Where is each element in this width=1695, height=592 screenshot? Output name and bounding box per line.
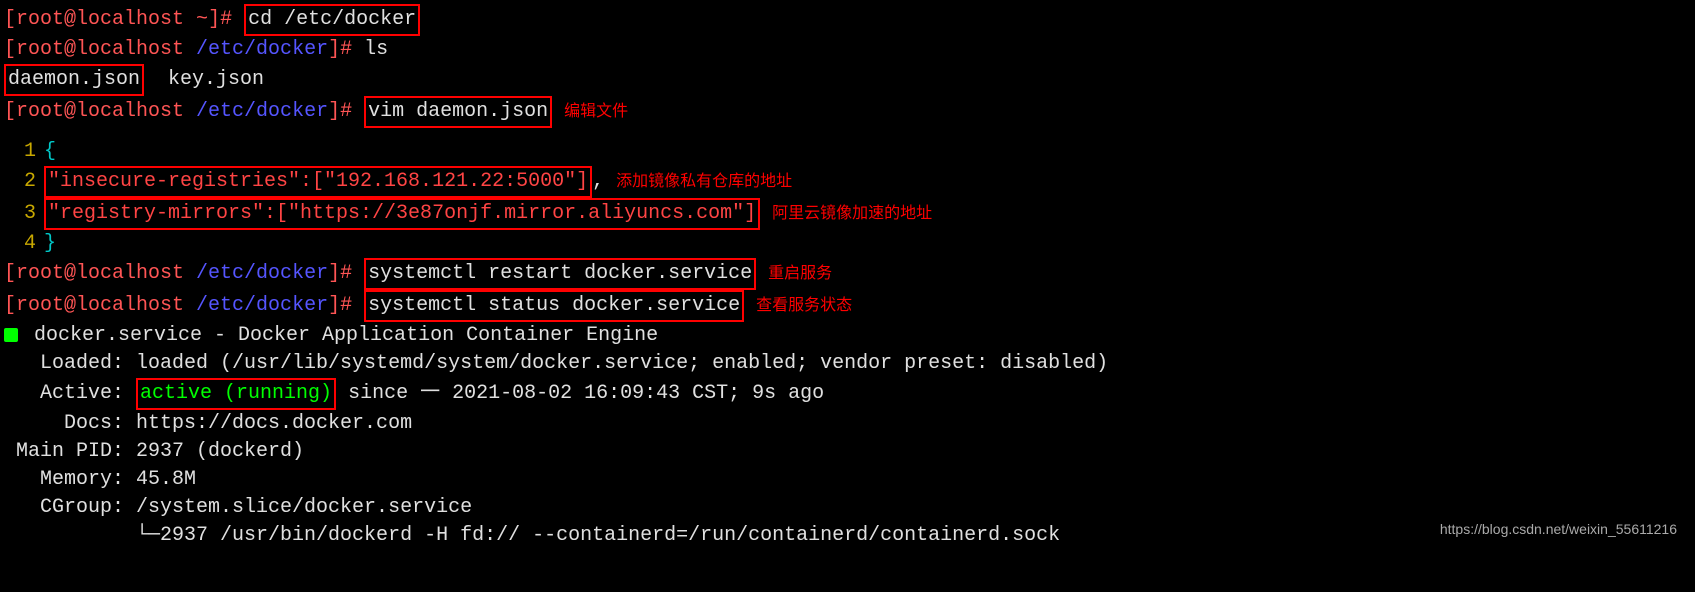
- path: /etc/docker: [196, 38, 328, 61]
- path: /etc/docker: [196, 262, 328, 285]
- user-host: root@localhost: [16, 262, 196, 285]
- prompt-line-2: [root@localhost /etc/docker]# ls: [4, 36, 1691, 64]
- json-open-brace: {: [44, 140, 56, 163]
- bracket-close: ]#: [328, 262, 364, 285]
- path: ~: [196, 8, 208, 31]
- status-line-process: └─2937 /usr/bin/dockerd -H fd:// --conta…: [4, 522, 1691, 550]
- cmd-cd: cd /etc/docker: [244, 4, 420, 36]
- bracket-close: ]#: [208, 8, 244, 31]
- prompt-line-5: [root@localhost /etc/docker]# systemctl …: [4, 290, 1691, 322]
- watermark: https://blog.csdn.net/weixin_55611216: [1440, 520, 1677, 540]
- status-dot-icon: [4, 328, 18, 342]
- annotation-private-registry: 添加镜像私有仓库的地址: [616, 171, 792, 193]
- cmd-systemctl-status: systemctl status docker.service: [364, 290, 744, 322]
- status-line-docs: Docs: https://docs.docker.com: [4, 410, 1691, 438]
- annotation-edit-file: 编辑文件: [564, 101, 628, 123]
- bracket-close: ]#: [328, 294, 364, 317]
- active-prefix: Active:: [4, 382, 136, 405]
- prompt-line-1: [root@localhost ~]# cd /etc/docker: [4, 4, 1691, 36]
- bracket-close: ]#: [328, 38, 364, 61]
- ls-output-line: daemon.json key.json: [4, 64, 1691, 96]
- path: /etc/docker: [196, 294, 328, 317]
- json-insecure-registries: "insecure-registries":["192.168.121.22:5…: [44, 166, 592, 198]
- status-line-active: Active: active (running) since 一 2021-08…: [4, 378, 1691, 410]
- file-daemon-json: daemon.json: [4, 64, 144, 96]
- line-number: 3: [4, 200, 36, 228]
- status-line-mainpid: Main PID: 2937 (dockerd): [4, 438, 1691, 466]
- status-service-name: docker.service - Docker Application Cont…: [22, 324, 658, 347]
- status-line-loaded: Loaded: loaded (/usr/lib/systemd/system/…: [4, 350, 1691, 378]
- status-line-memory: Memory: 45.8M: [4, 466, 1691, 494]
- user-host: root@localhost: [16, 8, 196, 31]
- user-host: root@localhost: [16, 294, 196, 317]
- json-close-brace: }: [44, 232, 56, 255]
- bracket-open: [: [4, 294, 16, 317]
- status-line-cgroup: CGroup: /system.slice/docker.service: [4, 494, 1691, 522]
- json-line-3: 3 "registry-mirrors":["https://3e87onjf.m…: [4, 198, 1691, 230]
- bracket-close: ]#: [328, 100, 364, 123]
- prompt-line-3: [root@localhost /etc/docker]# vim daemon…: [4, 96, 1691, 128]
- json-registry-mirrors: "registry-mirrors":["https://3e87onjf.mi…: [44, 198, 760, 230]
- line-number: 4: [4, 230, 36, 258]
- blank-line: [4, 128, 1691, 138]
- status-line-1: docker.service - Docker Application Cont…: [4, 322, 1691, 350]
- annotation-check-status: 查看服务状态: [756, 295, 852, 317]
- active-suffix: since 一 2021-08-02 16:09:43 CST; 9s ago: [336, 382, 824, 405]
- user-host: root@localhost: [16, 100, 196, 123]
- comma: ,: [592, 170, 604, 193]
- cmd-ls: ls: [364, 38, 388, 61]
- spacer: [144, 68, 168, 91]
- json-line-4: 4}: [4, 230, 1691, 258]
- json-line-2: 2 "insecure-registries":["192.168.121.22:…: [4, 166, 1691, 198]
- line-number: 1: [4, 138, 36, 166]
- annotation-restart-service: 重启服务: [768, 263, 832, 285]
- cmd-systemctl-restart: systemctl restart docker.service: [364, 258, 756, 290]
- line-number: 2: [4, 168, 36, 196]
- bracket-open: [: [4, 100, 16, 123]
- path: /etc/docker: [196, 100, 328, 123]
- bracket-open: [: [4, 38, 16, 61]
- bracket-open: [: [4, 262, 16, 285]
- prompt-line-4: [root@localhost /etc/docker]# systemctl …: [4, 258, 1691, 290]
- active-running: active (running): [136, 378, 336, 410]
- cmd-vim: vim daemon.json: [364, 96, 552, 128]
- bracket-open: [: [4, 8, 16, 31]
- json-line-1: 1{: [4, 138, 1691, 166]
- user-host: root@localhost: [16, 38, 196, 61]
- annotation-aliyun-mirror: 阿里云镜像加速的地址: [772, 203, 932, 225]
- file-key-json: key.json: [168, 68, 264, 91]
